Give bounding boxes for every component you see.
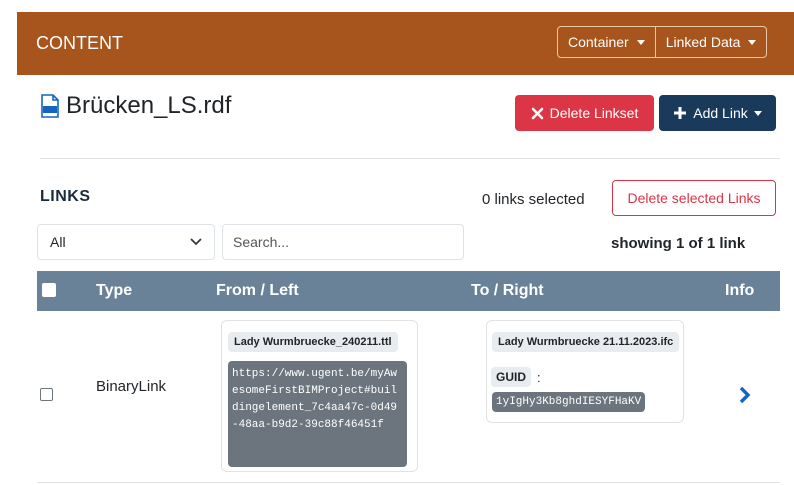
container-dropdown[interactable]: Container: [558, 27, 655, 57]
guid-row: GUID :: [491, 367, 541, 387]
column-header-info: Info: [725, 282, 755, 299]
from-card: Lady Wurmbruecke_240211.ttl https://www.…: [221, 320, 418, 472]
caret-down-icon: [753, 110, 762, 116]
search-input[interactable]: [222, 224, 464, 260]
header-button-group: Container Linked Data: [557, 26, 768, 58]
pdf-file-icon: [41, 94, 59, 118]
chevron-right-icon[interactable]: [738, 386, 752, 404]
caret-down-icon: [748, 39, 757, 45]
delete-linkset-button[interactable]: Delete Linkset: [515, 95, 654, 131]
guid-value: 1yIgHy3Kb8ghdIESYFHaKV: [492, 392, 646, 412]
file-title: Brücken_LS.rdf: [40, 92, 231, 120]
row-checkbox[interactable]: [40, 388, 53, 401]
guid-key: GUID: [491, 367, 531, 387]
from-uri: https://www.ugent.be/myAwesomeFirstBIMPr…: [228, 361, 407, 467]
from-document-name: Lady Wurmbruecke_240211.ttl: [228, 332, 398, 352]
type-filter-value: All: [50, 234, 66, 250]
delete-selected-links-button[interactable]: Delete selected Links: [612, 180, 776, 216]
to-card: Lady Wurmbruecke 21.11.2023.ifc GUID : 1…: [486, 320, 684, 423]
link-type: BinaryLink: [96, 378, 167, 395]
links-heading: LINKS: [40, 188, 91, 205]
column-header-to: To / Right: [471, 282, 544, 299]
delete-linkset-label: Delete Linkset: [549, 105, 639, 121]
add-link-label: Add Link: [693, 105, 748, 121]
showing-count: showing 1 of 1 link: [611, 235, 746, 252]
content-header: CONTENT Container Linked Data: [17, 12, 794, 75]
table-header: Type From / Left To / Right Info: [37, 271, 780, 311]
plus-icon: [674, 107, 687, 119]
to-document-name: Lady Wurmbruecke 21.11.2023.ifc: [492, 332, 680, 352]
section-divider: [40, 158, 780, 159]
header-title: CONTENT: [36, 33, 123, 53]
file-name: Brücken_LS.rdf: [66, 92, 232, 119]
delete-selected-links-label: Delete selected Links: [627, 190, 761, 206]
select-all-checkbox[interactable]: [42, 283, 56, 297]
guid-separator: :: [537, 369, 541, 385]
linked-data-dropdown[interactable]: Linked Data: [654, 27, 767, 57]
column-header-from: From / Left: [216, 282, 299, 299]
type-filter-select[interactable]: All: [37, 224, 215, 260]
caret-down-icon: [636, 39, 645, 45]
column-header-type: Type: [96, 282, 133, 299]
container-dropdown-label: Container: [568, 34, 629, 50]
chevron-down-icon: [190, 238, 202, 246]
links-selected-count: 0 links selected: [482, 191, 585, 208]
row-divider: [37, 482, 780, 483]
x-icon: [531, 107, 543, 119]
add-link-button[interactable]: Add Link: [659, 95, 776, 131]
linked-data-dropdown-label: Linked Data: [665, 34, 741, 50]
